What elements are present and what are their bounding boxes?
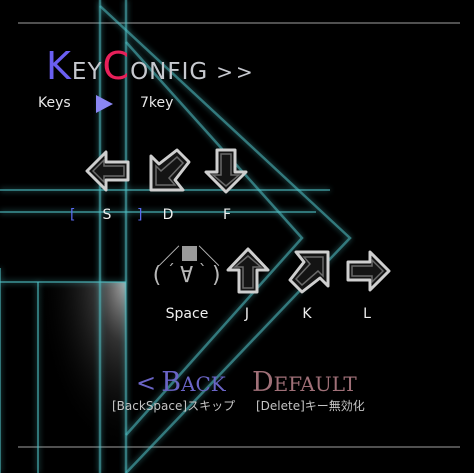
default-hint: [Delete]キー無効化 xyxy=(256,399,365,413)
arrow-down-icon[interactable] xyxy=(201,146,251,196)
arrow-up-right-icon[interactable] xyxy=(284,246,334,296)
face-right: ) xyxy=(210,263,224,288)
key-label-j: J xyxy=(244,306,250,322)
face-mouth: ∀ xyxy=(180,263,194,288)
key-label-l: L xyxy=(363,306,371,322)
arrow-down-left-icon[interactable] xyxy=(145,146,195,196)
mode-toggle-arrow-icon[interactable] xyxy=(96,95,113,113)
back-cap: B xyxy=(161,367,182,398)
title-second-rest: ONFIG xyxy=(130,59,209,85)
face-cheek-left: ´ xyxy=(166,261,176,280)
default-button[interactable]: DEFAULT xyxy=(252,367,357,398)
face-forehead-block xyxy=(182,246,197,261)
back-button[interactable]: < BACK xyxy=(136,367,226,398)
default-cap: D xyxy=(252,367,274,398)
arrow-up-icon[interactable] xyxy=(223,246,273,296)
page-title: KEYCONFIG >> xyxy=(46,44,256,88)
key-label-s: S xyxy=(102,207,112,223)
face-cheek-right: ` xyxy=(198,261,208,280)
title-suffix-arrows: >> xyxy=(216,60,256,84)
title-first-cap: K xyxy=(46,44,72,88)
key-label-space: Space xyxy=(165,306,209,322)
title-second-cap: C xyxy=(102,44,131,88)
back-hint: [BackSpace]スキップ xyxy=(112,399,236,413)
back-arrow: < xyxy=(136,369,157,397)
key-label-d: D xyxy=(162,207,174,223)
mode-label: Keys xyxy=(38,95,71,111)
face-left: ( xyxy=(150,263,164,288)
face-emoticon-icon[interactable]: ／ ＼ ( ´ ∀ ` ) xyxy=(146,245,226,295)
back-rest: ACK xyxy=(181,372,226,396)
default-rest: EFAULT xyxy=(273,372,357,396)
selection-bracket-open: [ xyxy=(70,207,76,223)
mode-value[interactable]: 7key xyxy=(140,95,173,111)
key-config-screen: KEYCONFIG >> Keys 7key [ S ] D F ／ ＼ ( ´ … xyxy=(0,0,474,473)
key-label-k: K xyxy=(302,306,312,322)
arrow-left-icon[interactable] xyxy=(84,146,134,196)
arrow-right-icon[interactable] xyxy=(342,246,392,296)
key-label-f: F xyxy=(222,207,232,223)
title-first-rest: EY xyxy=(71,59,103,85)
